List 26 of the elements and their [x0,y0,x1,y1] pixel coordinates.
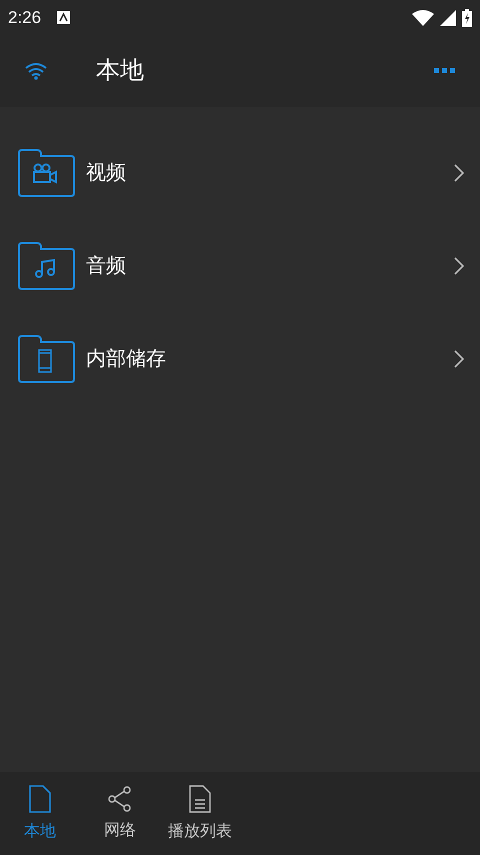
folder-item[interactable]: 内部储存 [0,312,480,405]
folder-icon [16,240,76,290]
folder-icon [16,334,76,384]
wifi-icon[interactable] [24,62,48,80]
folder-label: 音频 [86,254,127,278]
file-icon [28,784,52,814]
tab[interactable]: 播放列表 [160,772,240,855]
folder-item[interactable]: 音频 [0,219,480,312]
tab[interactable]: 本地 [0,772,80,855]
tab[interactable]: 网络 [80,772,160,855]
document-icon [188,784,212,814]
chevron-right-icon [454,256,464,274]
folder-label: 视频 [86,160,127,186]
page-title: 本地 [96,56,144,86]
folder-item[interactable]: 视频 [0,126,480,219]
wifi-signal-icon [412,10,434,26]
notification-icon [57,11,70,24]
status-time: 2:26 [8,6,42,29]
chevron-right-icon [454,350,464,368]
battery-icon [462,8,472,26]
folder-label: 内部储存 [86,346,167,372]
share-icon [107,784,133,812]
folder-icon [16,148,76,198]
more-icon[interactable] [434,68,456,74]
chevron-right-icon [454,164,464,182]
cell-signal-icon [440,10,456,26]
